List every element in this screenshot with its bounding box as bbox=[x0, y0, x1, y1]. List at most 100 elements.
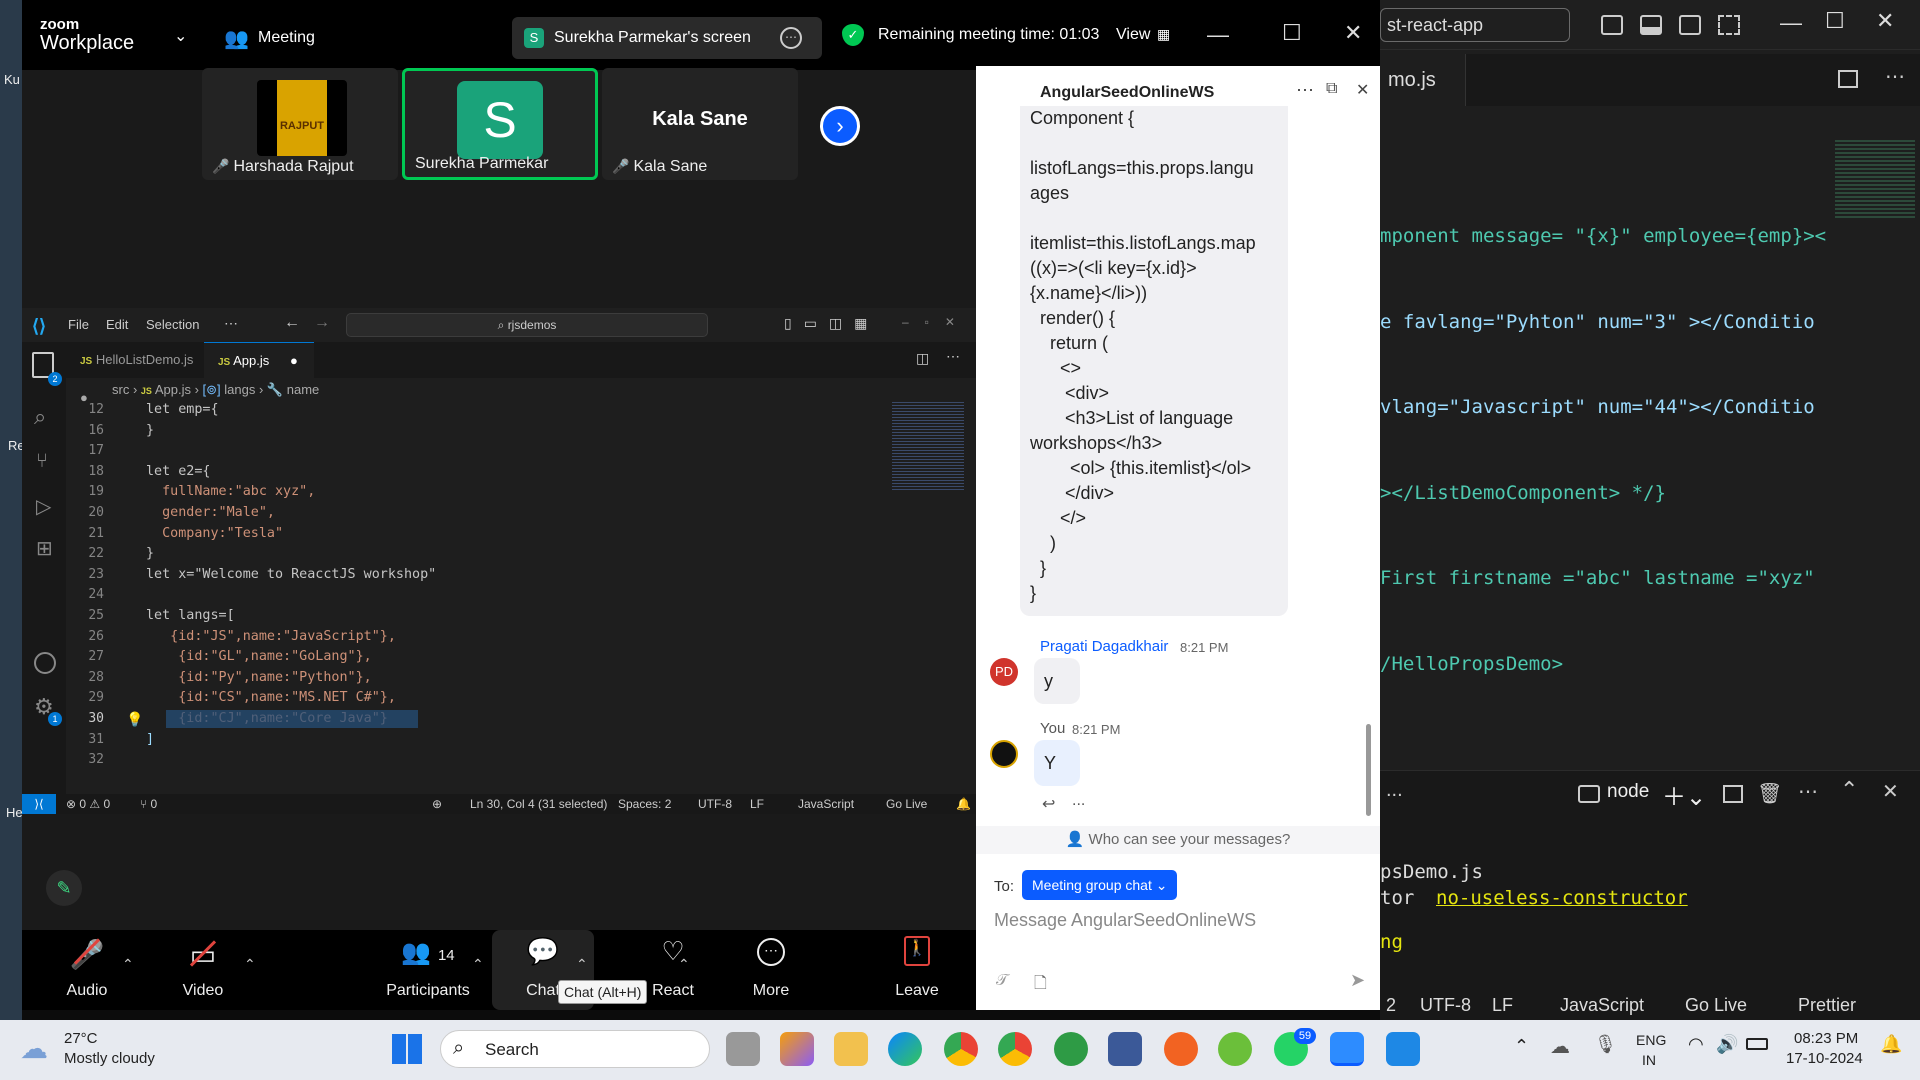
bg-editor-tab[interactable]: mo.js bbox=[1380, 54, 1466, 106]
participant-tile[interactable]: RAJPUT 🎤 Harshada Rajput bbox=[202, 68, 398, 180]
message-more-icon[interactable]: ... bbox=[1072, 792, 1085, 810]
split-editor-icon[interactable]: ◫ bbox=[916, 350, 929, 367]
avatar[interactable] bbox=[990, 740, 1018, 768]
ports-count[interactable]: ⑂ 0 bbox=[140, 794, 157, 814]
menu-file[interactable]: File bbox=[68, 317, 89, 332]
chrome-profile-icon[interactable] bbox=[998, 1032, 1032, 1066]
breadcrumb-item[interactable]: App.js bbox=[155, 382, 191, 397]
run-debug-icon[interactable]: ▷ bbox=[36, 494, 51, 519]
message-input[interactable]: Message AngularSeedOnlineWS bbox=[994, 910, 1364, 950]
share-options-icon[interactable]: ⋯ bbox=[780, 27, 802, 49]
extensions-icon[interactable]: ⊞ bbox=[36, 536, 53, 561]
menu-edit[interactable]: Edit bbox=[106, 317, 128, 332]
encoding[interactable]: UTF-8 bbox=[698, 794, 732, 814]
language-region[interactable]: IN bbox=[1642, 1052, 1656, 1068]
tab-app-js[interactable]: JS App.js ● bbox=[204, 342, 314, 378]
split-editor-icon[interactable] bbox=[1838, 70, 1858, 88]
status-item[interactable]: 2 bbox=[1386, 990, 1396, 1020]
clock-date[interactable]: 17-10-2024 bbox=[1786, 1050, 1863, 1067]
chevron-down-icon[interactable]: ⌄ bbox=[174, 26, 187, 46]
privacy-note[interactable]: 👤 Who can see your messages? bbox=[976, 826, 1380, 854]
app-icon[interactable] bbox=[1108, 1032, 1142, 1066]
chevron-up-icon[interactable]: ⌃ bbox=[678, 956, 690, 973]
language-mode[interactable]: JavaScript bbox=[798, 794, 854, 814]
indentation[interactable]: Spaces: 2 bbox=[618, 794, 671, 814]
view-button[interactable]: View bbox=[1116, 26, 1150, 44]
menu-more[interactable]: ⋯ bbox=[224, 315, 238, 332]
battery-icon[interactable] bbox=[1746, 1038, 1768, 1050]
close-panel-icon[interactable]: ✕ bbox=[1882, 779, 1899, 804]
toggle-sidebar-icon[interactable] bbox=[1601, 15, 1623, 35]
cursor-position[interactable]: Ln 30, Col 4 (31 selected) bbox=[470, 794, 607, 814]
more-actions-icon[interactable]: ⋯ bbox=[1885, 64, 1905, 89]
terminal-more-icon[interactable]: ⋯ bbox=[1798, 779, 1818, 804]
chevron-up-icon[interactable]: ⌃ bbox=[576, 956, 588, 973]
status-item[interactable]: Prettier bbox=[1798, 990, 1856, 1020]
minimize-icon[interactable]: — bbox=[1207, 22, 1229, 48]
leave-button[interactable]: 🚶 Leave bbox=[862, 930, 972, 1010]
copilot-icon[interactable] bbox=[780, 1032, 814, 1066]
file-explorer-icon[interactable] bbox=[834, 1032, 868, 1066]
command-center[interactable]: ⌕ rjsdemos bbox=[346, 313, 708, 337]
close-icon[interactable]: ✕ bbox=[1876, 8, 1894, 34]
scrollbar-thumb[interactable] bbox=[1366, 724, 1371, 816]
minimize-icon[interactable]: — bbox=[1780, 10, 1802, 36]
recipient-dropdown[interactable]: Meeting group chat ⌄ bbox=[1022, 870, 1178, 900]
participant-tile[interactable]: Kala Sane 🎤 Kala Sane bbox=[602, 68, 798, 180]
chevron-up-icon[interactable]: ⌃ bbox=[244, 956, 256, 973]
next-page-icon[interactable]: › bbox=[820, 106, 860, 146]
code-editor[interactable]: let emp={} let e2={ fullName:"abc xyz", g… bbox=[118, 402, 888, 794]
screen-share-pill[interactable]: S Surekha Parmekar's screen ⋯ bbox=[512, 17, 822, 59]
reply-icon[interactable]: ↩ bbox=[1042, 794, 1055, 814]
chevron-up-icon[interactable]: ⌃ bbox=[472, 956, 484, 973]
wifi-icon[interactable]: ◠ bbox=[1688, 1034, 1704, 1055]
remote-icon[interactable]: ⟩⟨ bbox=[22, 794, 56, 814]
chat-message-bubble[interactable]: Component {listofLangs=this.props.langu a… bbox=[1020, 106, 1288, 616]
task-view-icon[interactable] bbox=[726, 1032, 760, 1066]
go-live[interactable]: Go Live bbox=[886, 794, 927, 814]
edge-icon[interactable] bbox=[888, 1032, 922, 1066]
microphone-icon[interactable]: 🎙 bbox=[1594, 1034, 1617, 1055]
back-arrow-icon[interactable]: ← bbox=[284, 314, 300, 332]
bell-icon[interactable]: 🔔 bbox=[956, 794, 971, 814]
problems-count[interactable]: ⊗ 0 ⚠ 0 bbox=[66, 794, 110, 814]
app-icon[interactable] bbox=[1218, 1032, 1252, 1066]
account-icon[interactable] bbox=[34, 652, 56, 674]
weather-icon[interactable]: ☁ bbox=[20, 1032, 48, 1065]
format-text-icon[interactable]: 𝒯 bbox=[996, 972, 1008, 990]
breadcrumb-item[interactable]: src bbox=[112, 382, 129, 397]
terminal-more-icon[interactable]: ... bbox=[1386, 779, 1403, 802]
maximize-icon[interactable]: ☐ bbox=[1825, 8, 1845, 34]
taskbar-search[interactable]: ⌕ Search bbox=[440, 1030, 710, 1068]
chrome-icon[interactable] bbox=[944, 1032, 978, 1066]
weather-desc[interactable]: Mostly cloudy bbox=[64, 1050, 155, 1067]
pop-out-icon[interactable]: ⧉ bbox=[1326, 80, 1337, 98]
maximize-icon[interactable]: ☐ bbox=[1282, 20, 1302, 46]
clock-time[interactable]: 08:23 PM bbox=[1794, 1030, 1858, 1047]
breadcrumb-item[interactable]: langs bbox=[224, 382, 255, 397]
lightbulb-icon[interactable]: 💡 bbox=[126, 711, 143, 728]
temperature[interactable]: 27°C bbox=[64, 1030, 98, 1047]
chat-message-bubble[interactable]: Y bbox=[1034, 740, 1080, 786]
onedrive-icon[interactable]: ☁ bbox=[1550, 1034, 1570, 1059]
breadcrumb-item[interactable]: name bbox=[287, 382, 320, 397]
customize-layout-icon[interactable] bbox=[1718, 15, 1740, 35]
kill-terminal-icon[interactable]: 🗑 bbox=[1757, 781, 1782, 806]
menu-selection[interactable]: Selection bbox=[146, 317, 199, 332]
annotate-pen-icon[interactable]: ✎ bbox=[46, 870, 82, 906]
file-icon[interactable]: 🗋 bbox=[1034, 972, 1047, 999]
new-terminal-icon[interactable]: ＋⌄ bbox=[1662, 777, 1706, 812]
send-icon[interactable]: ➤ bbox=[1350, 970, 1365, 991]
start-windows-icon[interactable] bbox=[392, 1034, 422, 1064]
language-code[interactable]: ENG bbox=[1636, 1032, 1666, 1048]
volume-icon[interactable]: 🔊 bbox=[1716, 1034, 1738, 1055]
zoom-icon[interactable] bbox=[1330, 1032, 1364, 1066]
source-control-icon[interactable]: ⑂ bbox=[36, 450, 48, 473]
status-item[interactable]: UTF-8 bbox=[1420, 990, 1471, 1020]
more-button[interactable]: ⋯ More bbox=[716, 930, 826, 1010]
meeting-label[interactable]: Meeting bbox=[258, 29, 315, 47]
video-button[interactable]: ▭ Video bbox=[148, 930, 258, 1010]
chevron-up-icon[interactable]: ⌃ bbox=[122, 956, 134, 973]
tab-hellolistdemo[interactable]: JS HelloListDemo.js ● bbox=[66, 342, 204, 405]
notification-bell-icon[interactable]: 🔔 bbox=[1880, 1034, 1902, 1055]
